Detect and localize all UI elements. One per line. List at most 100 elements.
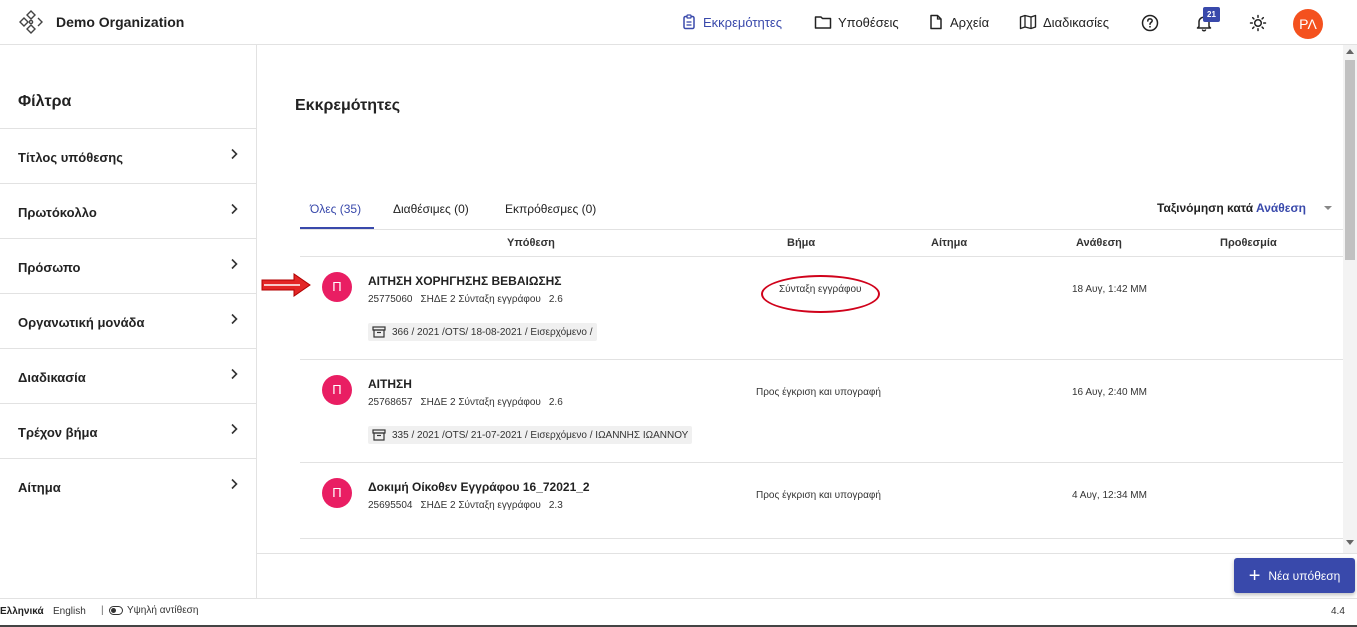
case-assignment: 4 Αυγ, 12:34 ΜΜ [1072,490,1147,501]
filter-label: Πρωτόκολλο [18,205,97,220]
language-english[interactable]: English [53,606,86,617]
nav-procedures[interactable]: Διαδικασίες [1019,14,1109,30]
filter-procedure[interactable]: Διαδικασία [0,348,256,403]
folder-icon [814,16,832,29]
tab-overdue[interactable]: Εκπρόθεσμες (0) [505,202,596,216]
chevron-right-icon [231,423,238,435]
case-assignment: 16 Αυγ, 2:40 ΜΜ [1072,387,1147,398]
page-title: Εκκρεμότητες [295,97,401,114]
new-case-label: Νέα υπόθεση [1268,568,1341,583]
plus-icon: + [1248,564,1261,587]
filters-sidebar: Φίλτρα Τίτλος υπόθεσης Πρωτόκολλο Πρόσωπ… [0,45,257,598]
case-version: 2.6 [548,397,563,408]
column-header-assignment[interactable]: Ανάθεση [1076,237,1122,249]
toggle-icon [109,606,123,615]
footer-separator: | [101,605,104,616]
user-avatar[interactable]: ΡΛ [1293,9,1323,39]
protocol-chip: 366 / 2021 /OTS/ 18-08-2021 / Εισερχόμεν… [368,323,597,341]
tab-all[interactable]: Όλες (35) [310,202,361,216]
case-step: Προς έγκριση και υπογραφή [756,490,881,501]
nav-pending[interactable]: Εκκρεμότητες [681,14,782,30]
case-id: 25695504 [368,500,413,511]
chevron-right-icon [231,368,238,380]
high-contrast-toggle[interactable]: Υψηλή αντίθεση [109,605,198,616]
case-avatar: Π [322,272,352,302]
sort-prefix: Ταξινόμηση κατά [1157,201,1254,215]
high-contrast-label: Υψηλή αντίθεση [127,605,199,616]
top-bar: Demo Organization Εκκρεμότητες Υποθέσεις… [0,0,1357,45]
scroll-down-arrow-icon[interactable] [1346,540,1354,545]
filter-label: Τίτλος υπόθεσης [18,150,123,165]
filter-case-title[interactable]: Τίτλος υπόθεσης [0,128,256,183]
caret-down-icon[interactable] [1324,206,1332,210]
new-case-button[interactable]: + Νέα υπόθεση [1234,558,1355,593]
chevron-right-icon [231,203,238,215]
nav-cases[interactable]: Υποθέσεις [814,14,899,30]
content-bottom-divider [257,553,1357,554]
case-version: 2.3 [548,500,563,511]
red-ellipse-annotation [761,275,880,313]
theme-toggle-button[interactable] [1247,12,1269,34]
case-title: ΑΙΤΗΣΗ ΧΟΡΗΓΗΣΗΣ ΒΕΒΑΙΩΣΗΣ [368,274,562,288]
filter-protocol[interactable]: Πρωτόκολλο [0,183,256,238]
column-header-case[interactable]: Υπόθεση [507,237,555,249]
nav-files[interactable]: Αρχεία [928,14,989,30]
filter-current-step[interactable]: Τρέχον βήμα [0,403,256,458]
nav-procedures-label: Διαδικασίες [1043,14,1110,30]
protocol-text: 335 / 2021 /OTS/ 21-07-2021 / Εισερχόμεν… [392,429,689,441]
language-greek[interactable]: Ελληνικά [0,606,44,617]
notification-count-badge: 21 [1203,7,1220,22]
case-meta: 25768657 ΣΗΔΕ 2 Σύνταξη εγγράφου 2.6 [368,397,571,408]
column-header-deadline[interactable]: Προθεσμία [1220,237,1277,249]
chevron-right-icon [231,258,238,270]
scroll-up-arrow-icon[interactable] [1346,49,1354,54]
filter-label: Διαδικασία [18,370,86,385]
tabs-divider [300,229,1343,230]
map-icon [1019,14,1037,30]
chevron-right-icon [231,478,238,490]
tab-available[interactable]: Διαθέσιμες (0) [393,202,469,216]
filter-label: Τρέχον βήμα [18,425,98,440]
case-procedure: ΣΗΔΕ 2 Σύνταξη εγγράφου [420,294,541,305]
case-version: 2.6 [548,294,563,305]
vertical-scrollbar[interactable] [1343,45,1357,553]
case-avatar: Π [322,375,352,405]
filter-label: Αίτημα [18,480,61,495]
case-procedure: ΣΗΔΕ 2 Σύνταξη εγγράφου [420,397,541,408]
nav-files-label: Αρχεία [950,14,990,30]
case-id: 25768657 [368,397,413,408]
red-arrow-annotation-icon [261,273,311,297]
sort-dropdown[interactable]: Ταξινόμηση κατά Ανάθεση [1157,201,1306,215]
scroll-thumb[interactable] [1345,60,1355,260]
organization-name[interactable]: Demo Organization [56,14,184,30]
case-assignment: 18 Αυγ, 1:42 ΜΜ [1072,284,1147,295]
protocol-chip: 335 / 2021 /OTS/ 21-07-2021 / Εισερχόμεν… [368,426,693,444]
organization-logo-icon[interactable] [18,9,44,35]
case-step: Προς έγκριση και υπογραφή [756,387,881,398]
column-header-step[interactable]: Βήμα [787,237,815,249]
filter-person[interactable]: Πρόσωπο [0,238,256,293]
case-id: 25775060 [368,294,413,305]
table-row[interactable]: Π ΑΙΤΗΣΗ 25768657 ΣΗΔΕ 2 Σύνταξη εγγράφου… [300,360,1343,463]
case-title: ΑΙΤΗΣΗ [368,377,412,391]
sort-value: Ανάθεση [1256,201,1307,215]
case-procedure: ΣΗΔΕ 2 Σύνταξη εγγράφου [420,500,541,511]
column-header-request[interactable]: Αίτημα [931,237,967,249]
app-version: 4.4 [1331,606,1345,617]
archive-icon [372,429,386,441]
filter-organizational-unit[interactable]: Οργανωτική μονάδα [0,293,256,348]
table-row[interactable]: Π Δοκιμή Οίκοθεν Εγγράφου 16_72021_2 256… [300,463,1343,539]
chevron-right-icon [231,313,238,325]
filter-label: Οργανωτική μονάδα [18,315,145,330]
filters-title: Φίλτρα [18,93,72,110]
case-meta: 25695504 ΣΗΔΕ 2 Σύνταξη εγγράφου 2.3 [368,500,571,511]
clipboard-icon [683,14,695,30]
filter-request[interactable]: Αίτημα [0,458,256,513]
chevron-right-icon [231,148,238,160]
nav-cases-label: Υποθέσεις [838,14,899,30]
help-button[interactable] [1139,12,1161,34]
case-avatar: Π [322,478,352,508]
footer: Ελληνικά English | Υψηλή αντίθεση 4.4 [0,598,1357,625]
filter-label: Πρόσωπο [18,260,81,275]
case-title: Δοκιμή Οίκοθεν Εγγράφου 16_72021_2 [368,480,590,494]
